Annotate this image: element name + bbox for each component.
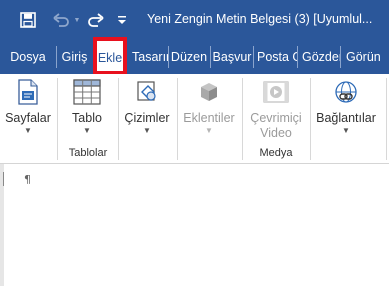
tab-design[interactable]: Tasarım bbox=[129, 40, 168, 74]
illustrations-button[interactable]: Çizimler ▼ bbox=[120, 76, 174, 136]
table-label: Tablo bbox=[72, 111, 102, 125]
pages-label: Sayfalar bbox=[5, 111, 51, 125]
chevron-down-icon: ▼ bbox=[342, 126, 350, 135]
tab-home[interactable]: Giriş bbox=[57, 40, 92, 74]
online-video-label: Çevrimiçi bbox=[250, 111, 302, 125]
ribbon-panel: Sayfalar ▼ Tablo ▼ Tablolar Çizimler ▼ E… bbox=[0, 74, 389, 164]
chevron-down-icon: ▼ bbox=[24, 126, 32, 135]
group-separator bbox=[177, 78, 178, 160]
undo-icon[interactable] bbox=[50, 0, 72, 40]
ribbon-tab-bar: Dosya Giriş Ekle Tasarım Düzen Başvur Po… bbox=[0, 40, 389, 74]
addins-label: Eklentiler bbox=[183, 111, 235, 125]
table-icon bbox=[63, 76, 111, 108]
paragraph-mark: ¶ bbox=[24, 173, 31, 186]
undo-dropdown-icon[interactable]: ▼ bbox=[72, 0, 82, 40]
group-separator bbox=[310, 78, 311, 160]
online-video-label-line2: Video bbox=[260, 126, 292, 140]
document-area[interactable]: ¶ bbox=[0, 164, 389, 286]
links-label: Bağlantılar bbox=[316, 111, 376, 125]
chevron-down-icon: ▼ bbox=[83, 126, 91, 135]
chevron-down-icon: ▼ bbox=[205, 126, 213, 135]
save-icon[interactable] bbox=[14, 0, 42, 40]
links-button[interactable]: Bağlantılar ▼ bbox=[313, 76, 379, 136]
shapes-icon bbox=[120, 76, 174, 108]
tab-layout[interactable]: Düzen bbox=[169, 40, 209, 74]
addins-icon bbox=[179, 76, 239, 108]
text-cursor bbox=[0, 172, 4, 186]
redo-icon[interactable] bbox=[85, 0, 107, 40]
tab-mailings[interactable]: Posta G bbox=[254, 40, 297, 74]
tab-file[interactable]: Dosya bbox=[0, 40, 56, 74]
group-label-media: Medya bbox=[259, 147, 293, 159]
tab-insert[interactable]: Ekle bbox=[95, 40, 125, 74]
illustrations-label: Çizimler bbox=[124, 111, 170, 125]
customize-qat-icon[interactable] bbox=[114, 0, 130, 40]
addins-button[interactable]: Eklentiler ▼ bbox=[179, 76, 239, 136]
table-button[interactable]: Tablo ▼ bbox=[63, 76, 111, 136]
pages-icon bbox=[2, 76, 54, 108]
tab-review[interactable]: Gözden bbox=[298, 40, 340, 74]
tab-view[interactable]: Görün bbox=[341, 40, 389, 74]
online-video-button[interactable]: Çevrimiçi Video bbox=[244, 76, 308, 141]
chevron-down-icon: ▼ bbox=[143, 126, 151, 135]
online-video-icon bbox=[244, 76, 308, 108]
links-icon bbox=[313, 76, 379, 108]
group-label-tables: Tablolar bbox=[68, 147, 108, 159]
tab-references[interactable]: Başvur bbox=[211, 40, 253, 74]
pages-button[interactable]: Sayfalar ▼ bbox=[2, 76, 54, 136]
window-title: Yeni Zengin Metin Belgesi (3) [Uyumlul..… bbox=[147, 12, 373, 26]
group-separator bbox=[386, 78, 387, 160]
group-separator bbox=[118, 78, 119, 160]
title-bar: ▼ Yeni Zengin Metin Belgesi (3) [Uyumlul… bbox=[0, 0, 389, 40]
